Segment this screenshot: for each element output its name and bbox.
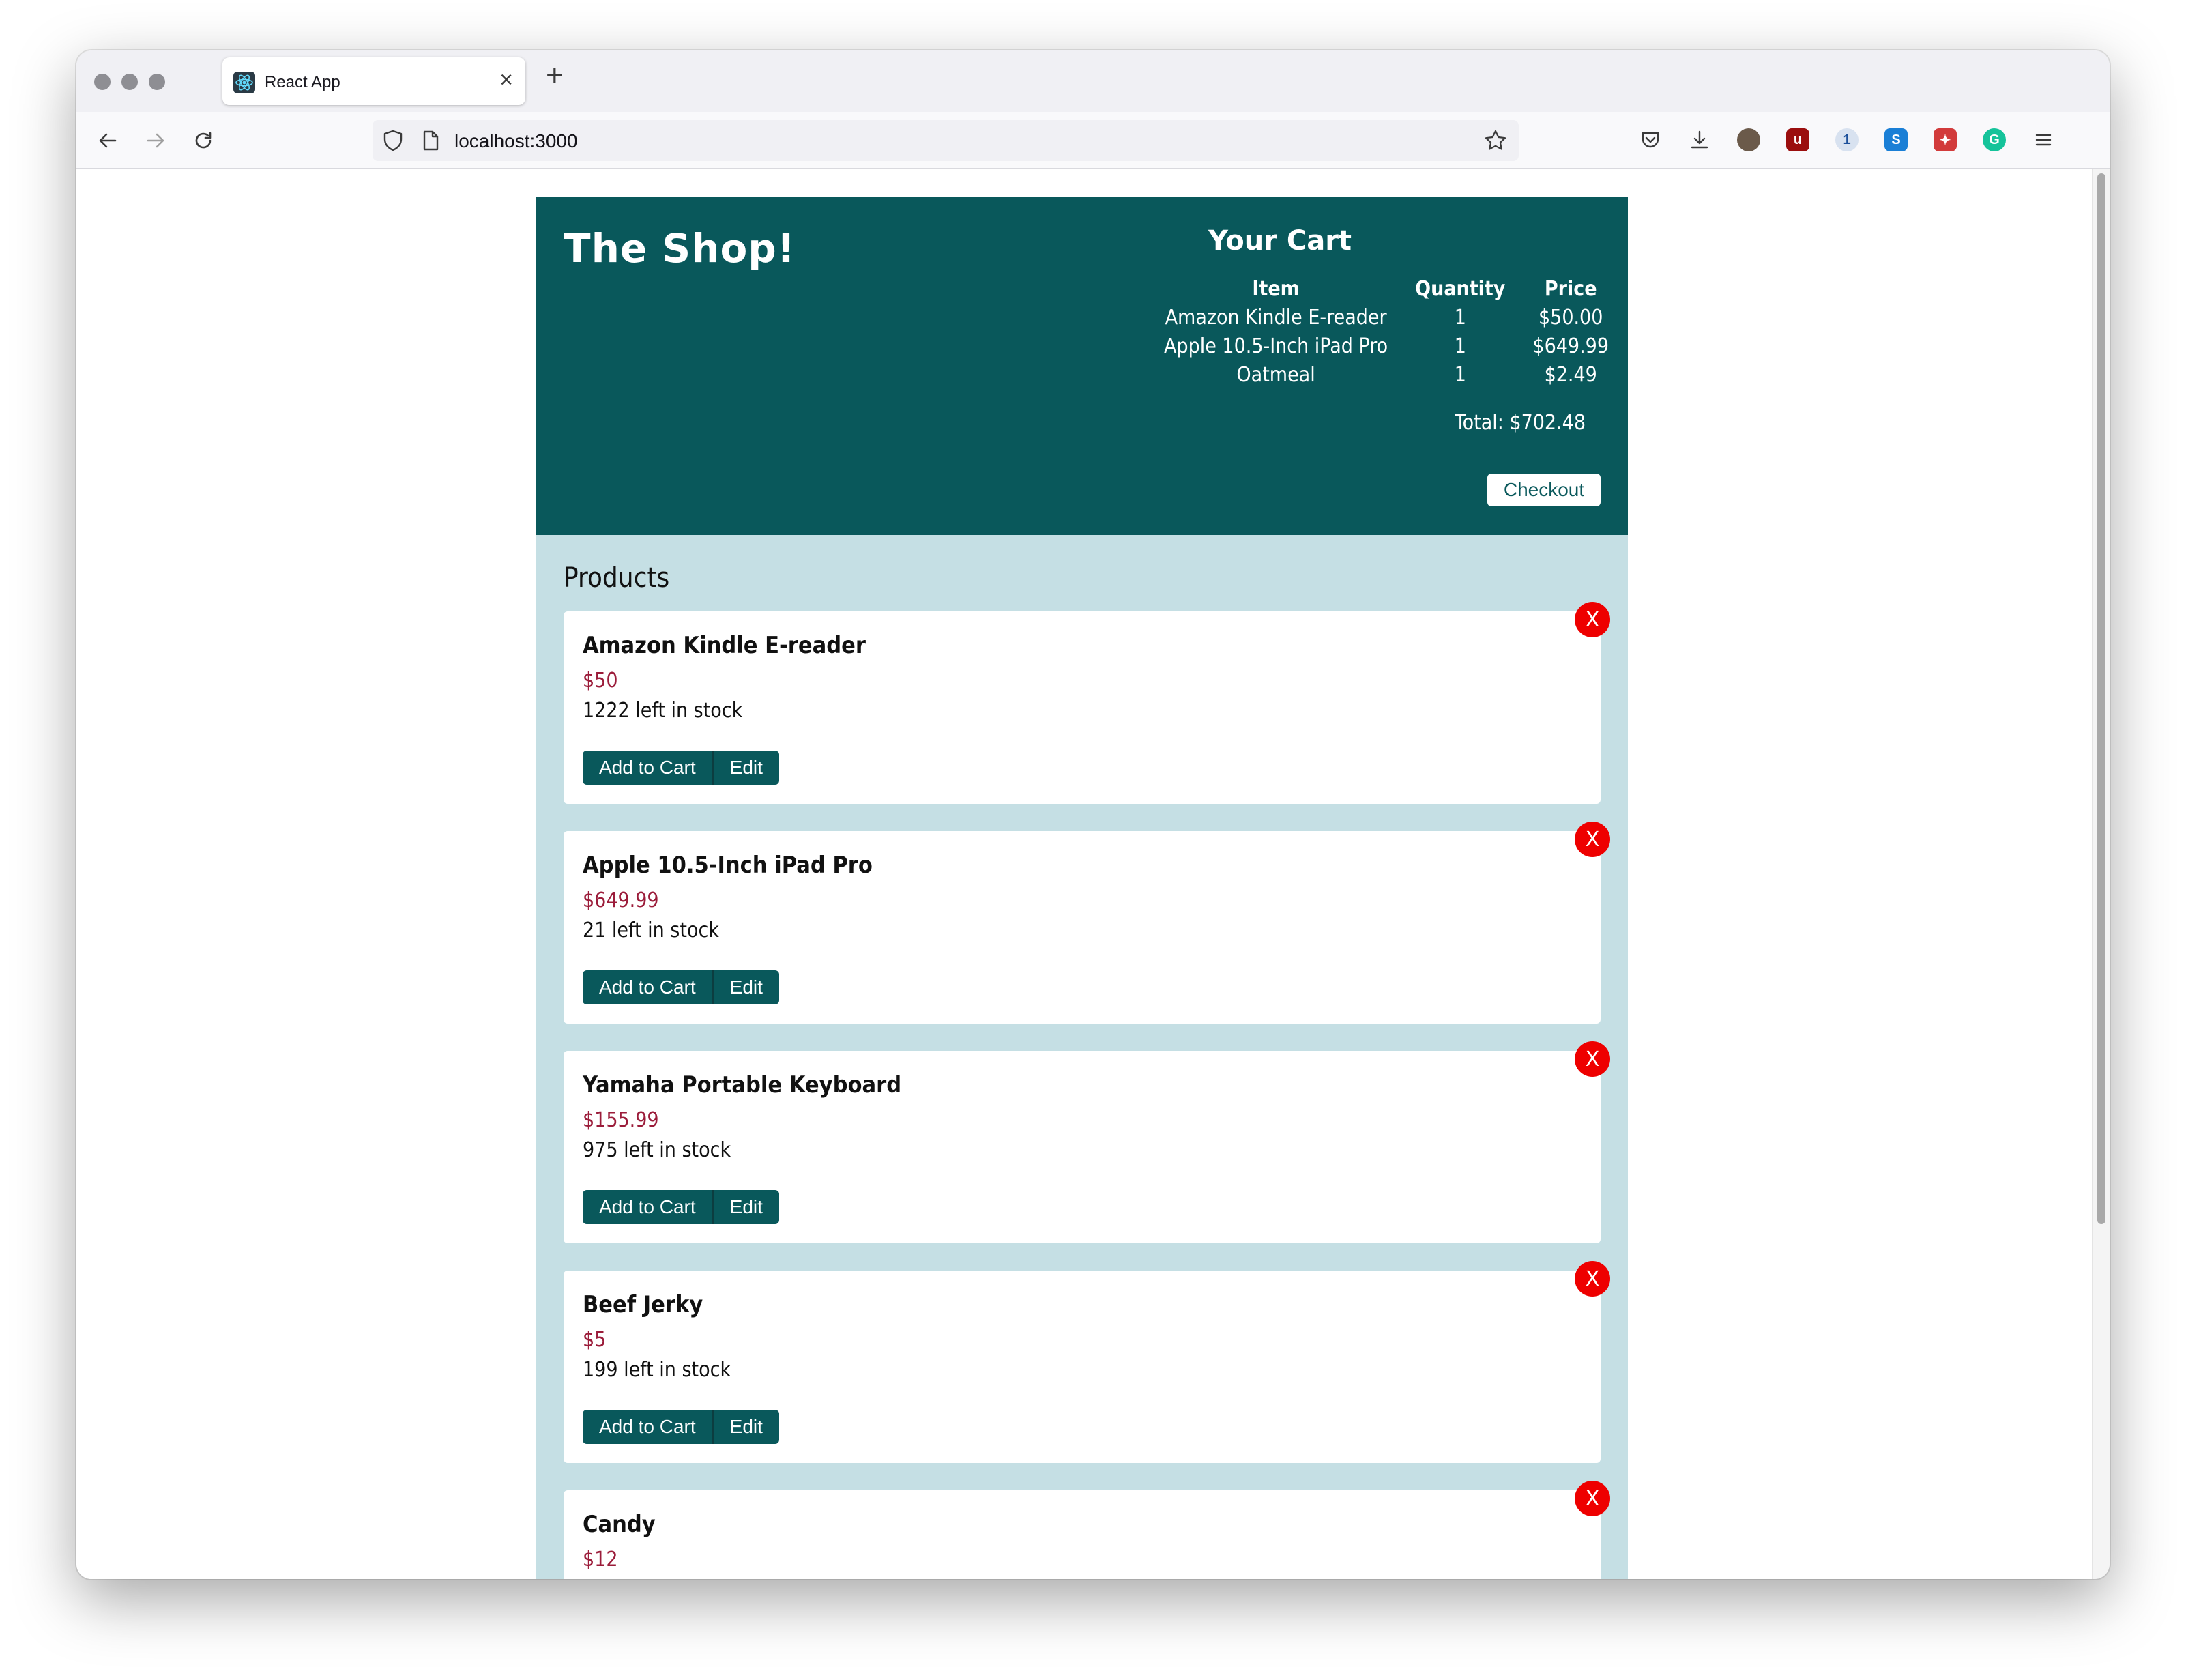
url-text[interactable]: localhost:3000 bbox=[454, 130, 578, 152]
tab-bar: React App × + bbox=[76, 50, 2110, 112]
pocket-icon[interactable] bbox=[1639, 128, 1662, 151]
checkout-button[interactable]: Checkout bbox=[1487, 474, 1601, 506]
back-arrow-icon[interactable] bbox=[89, 121, 127, 160]
page-icon bbox=[420, 130, 441, 155]
cart-table: Item Quantity Price Amazon Kindle E-read… bbox=[1150, 274, 1622, 389]
cart-item-price: $50.00 bbox=[1538, 305, 1603, 330]
product-actions: Add to Cart Edit bbox=[583, 1410, 779, 1444]
shop-logo: The Shop! bbox=[564, 225, 796, 272]
tab-title: React App bbox=[265, 73, 340, 91]
add-to-cart-button[interactable]: Add to Cart bbox=[583, 1410, 712, 1444]
download-icon[interactable] bbox=[1688, 128, 1711, 151]
react-logo-icon bbox=[233, 72, 255, 93]
products-title: Products bbox=[564, 562, 670, 594]
cart-item-name: Oatmeal bbox=[1236, 362, 1315, 387]
close-window-icon[interactable] bbox=[94, 74, 111, 90]
product-card: Apple 10.5-Inch iPad Pro $649.99 21 left… bbox=[564, 822, 1610, 1024]
vertical-scrollbar[interactable] bbox=[2092, 169, 2110, 1579]
cart-row: Oatmeal 1 $2.49 bbox=[1150, 360, 1622, 389]
tab-react-app[interactable]: React App × bbox=[222, 57, 525, 105]
product-actions: Add to Cart Edit bbox=[583, 751, 779, 785]
product-stock: 1222 left in stock bbox=[583, 699, 743, 723]
products-section: Products Amazon Kindle E-reader $50 1222… bbox=[536, 535, 1628, 1579]
edit-button[interactable]: Edit bbox=[712, 751, 779, 785]
cart-column-quantity: Quantity bbox=[1415, 276, 1506, 301]
product-name: Candy bbox=[583, 1511, 656, 1538]
grammarly-icon[interactable]: G bbox=[1983, 128, 2006, 151]
product-name: Beef Jerky bbox=[583, 1291, 703, 1318]
product-stock: 21 left in stock bbox=[583, 918, 719, 942]
address-bar[interactable]: localhost:3000 bbox=[373, 120, 1519, 161]
shield-icon[interactable] bbox=[381, 128, 405, 156]
product-name: Amazon Kindle E-reader bbox=[583, 632, 866, 659]
product-name: Apple 10.5-Inch iPad Pro bbox=[583, 852, 873, 879]
product-price: $5 bbox=[583, 1328, 607, 1352]
edit-button[interactable]: Edit bbox=[712, 1190, 779, 1224]
delete-product-button[interactable]: X bbox=[1575, 602, 1610, 637]
product-card: Amazon Kindle E-reader $50 1222 left in … bbox=[564, 602, 1610, 804]
product-price: $155.99 bbox=[583, 1108, 659, 1132]
product-price: $649.99 bbox=[583, 888, 659, 912]
add-to-cart-button[interactable]: Add to Cart bbox=[583, 1190, 712, 1224]
product-actions: Add to Cart Edit bbox=[583, 970, 779, 1004]
delete-product-button[interactable]: X bbox=[1575, 1261, 1610, 1297]
cart-item-quantity: 1 bbox=[1454, 334, 1466, 358]
browser-window: React App × + localhost:3000 u 1 S ✦ G T… bbox=[76, 50, 2110, 1579]
cart-row: Amazon Kindle E-reader 1 $50.00 bbox=[1150, 303, 1622, 332]
product-card: Candy $12 X bbox=[564, 1481, 1610, 1579]
cart-item-price: $649.99 bbox=[1532, 334, 1609, 358]
edit-button[interactable]: Edit bbox=[712, 1410, 779, 1444]
cart-total: Total: $702.48 bbox=[1455, 411, 1586, 435]
cart-item-name: Amazon Kindle E-reader bbox=[1165, 305, 1387, 330]
add-to-cart-button[interactable]: Add to Cart bbox=[583, 970, 712, 1004]
delete-product-button[interactable]: X bbox=[1575, 1041, 1610, 1077]
forward-arrow-icon[interactable] bbox=[136, 121, 175, 160]
product-card: Beef Jerky $5 199 left in stock Add to C… bbox=[564, 1261, 1610, 1463]
product-actions: Add to Cart Edit bbox=[583, 1190, 779, 1224]
scrollbar-thumb[interactable] bbox=[2097, 173, 2105, 1224]
product-card: Yamaha Portable Keyboard $155.99 975 lef… bbox=[564, 1041, 1610, 1243]
cart-column-price: Price bbox=[1544, 276, 1597, 301]
tab-close-icon[interactable]: × bbox=[499, 67, 513, 93]
page-viewport: The Shop! Your Cart Item Quantity Price … bbox=[76, 169, 2092, 1579]
menu-icon[interactable] bbox=[2032, 128, 2055, 151]
delete-product-button[interactable]: X bbox=[1575, 1481, 1610, 1516]
product-price: $12 bbox=[583, 1548, 618, 1572]
product-name: Yamaha Portable Keyboard bbox=[583, 1071, 902, 1099]
cart-row: Apple 10.5-Inch iPad Pro 1 $649.99 bbox=[1150, 332, 1622, 360]
shop-header: The Shop! Your Cart Item Quantity Price … bbox=[536, 197, 1628, 535]
maximize-window-icon[interactable] bbox=[149, 74, 165, 90]
add-to-cart-button[interactable]: Add to Cart bbox=[583, 751, 712, 785]
navigation-bar: localhost:3000 u 1 S ✦ G bbox=[76, 112, 2110, 169]
shop-app: The Shop! Your Cart Item Quantity Price … bbox=[536, 197, 1628, 1579]
cart-title: Your Cart bbox=[1208, 225, 1352, 257]
cart-item-name: Apple 10.5-Inch iPad Pro bbox=[1164, 334, 1388, 358]
puzzle-extension-icon[interactable]: ✦ bbox=[1934, 128, 1957, 151]
edit-button[interactable]: Edit bbox=[712, 970, 779, 1004]
cart-item-price: $2.49 bbox=[1544, 362, 1597, 387]
minimize-window-icon[interactable] bbox=[121, 74, 138, 90]
product-stock: 975 left in stock bbox=[583, 1138, 731, 1162]
new-tab-icon[interactable]: + bbox=[546, 59, 564, 93]
cart-item-quantity: 1 bbox=[1454, 305, 1466, 330]
cart-item-quantity: 1 bbox=[1454, 362, 1466, 387]
product-price: $50 bbox=[583, 669, 618, 693]
avatar-icon[interactable] bbox=[1737, 128, 1760, 151]
delete-product-button[interactable]: X bbox=[1575, 822, 1610, 857]
extension-icon[interactable]: 1 bbox=[1835, 128, 1859, 151]
product-stock: 199 left in stock bbox=[583, 1358, 731, 1382]
cart-column-item: Item bbox=[1252, 276, 1300, 301]
star-icon[interactable] bbox=[1483, 128, 1508, 156]
s-extension-icon[interactable]: S bbox=[1884, 128, 1908, 151]
ublock-icon[interactable]: u bbox=[1786, 128, 1809, 151]
reload-icon[interactable] bbox=[184, 121, 222, 160]
